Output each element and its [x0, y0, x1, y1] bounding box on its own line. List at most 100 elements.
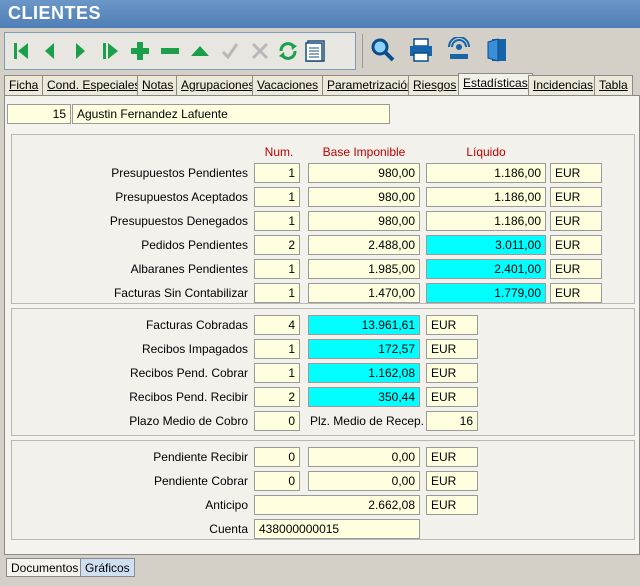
tab-bar: Ficha Cond. Especiales Notas Agrupacione… — [4, 73, 640, 96]
currency-field[interactable]: EUR — [426, 387, 478, 407]
receipts-section: Facturas Cobradas 4 13.961,61 EUR Recibo… — [11, 308, 635, 436]
plazo-recep-field[interactable]: 16 — [426, 411, 478, 431]
row-label: Pedidos Pendientes — [141, 238, 248, 252]
add-icon[interactable] — [127, 37, 153, 65]
currency-field[interactable]: EUR — [550, 283, 602, 303]
currency-field[interactable]: EUR — [550, 187, 602, 207]
tab-riesgos[interactable]: Riesgos — [408, 75, 462, 95]
liquido-field[interactable]: 1.186,00 — [426, 211, 546, 231]
currency-field[interactable]: EUR — [550, 163, 602, 183]
client-code-field[interactable]: 15 — [7, 104, 71, 124]
row-label: Facturas Sin Contabilizar — [113, 286, 248, 300]
num-field[interactable]: 1 — [254, 363, 300, 383]
header-num: Num. — [264, 145, 294, 159]
tab-ficha[interactable]: Ficha — [4, 75, 44, 95]
currency-field[interactable]: EUR — [550, 235, 602, 255]
currency-field[interactable]: EUR — [550, 211, 602, 231]
base-field[interactable]: 2.488,00 — [308, 235, 420, 255]
amount-field[interactable]: 13.961,61 — [308, 315, 420, 335]
header-liquido: Líquido — [466, 145, 506, 159]
row-label: Recibos Pend. Recibir — [129, 390, 248, 404]
row-label: Facturas Cobradas — [145, 318, 248, 332]
num-field[interactable]: 1 — [254, 211, 300, 231]
row-label: Pendiente Cobrar — [153, 474, 248, 488]
exit-icon[interactable] — [484, 36, 510, 64]
base-field[interactable]: 1.985,00 — [308, 259, 420, 279]
num-field[interactable]: 1 — [254, 187, 300, 207]
num-field[interactable]: 4 — [254, 315, 300, 335]
search-icon[interactable] — [370, 36, 396, 64]
row-label: Presupuestos Pendientes — [111, 166, 248, 180]
base-field[interactable]: 980,00 — [308, 187, 420, 207]
liquido-field[interactable]: 2.401,00 — [426, 259, 546, 279]
currency-field[interactable]: EUR — [426, 471, 478, 491]
num-field[interactable]: 2 — [254, 387, 300, 407]
base-field[interactable]: 1.470,00 — [308, 283, 420, 303]
row-label: Presupuestos Aceptados — [115, 190, 248, 204]
amount-field[interactable]: 0,00 — [308, 471, 420, 491]
liquido-field[interactable]: 1.186,00 — [426, 187, 546, 207]
amount-field[interactable]: 0,00 — [308, 447, 420, 467]
currency-field[interactable]: EUR — [426, 339, 478, 359]
toolbar — [4, 32, 640, 70]
liquido-field[interactable]: 1.779,00 — [426, 283, 546, 303]
up-icon[interactable] — [187, 37, 213, 65]
num-field[interactable]: 1 — [254, 283, 300, 303]
first-record-icon[interactable] — [9, 37, 35, 65]
num-field[interactable]: 2 — [254, 235, 300, 255]
tab-vacaciones[interactable]: Vacaciones — [252, 75, 324, 95]
row-label: Recibos Impagados — [141, 342, 248, 356]
currency-field[interactable]: EUR — [426, 315, 478, 335]
currency-field[interactable]: EUR — [426, 447, 478, 467]
refresh-icon[interactable] — [275, 37, 301, 65]
plazo-recep-label: Plz. Medio de Recep. — [309, 414, 424, 428]
tab-cond-especiales[interactable]: Cond. Especiales — [42, 75, 146, 95]
amount-field[interactable]: 350,44 — [308, 387, 420, 407]
print-icon[interactable] — [408, 36, 434, 64]
tab-documentos[interactable]: Documentos — [6, 558, 84, 577]
anticipo-label: Anticipo — [205, 498, 248, 512]
list-icon[interactable] — [303, 37, 329, 65]
currency-field[interactable]: EUR — [426, 363, 478, 383]
budget-section: Num. Base Imponible Líquido Presupuestos… — [11, 134, 635, 304]
toolbar-nav-group — [4, 32, 356, 70]
tab-notas[interactable]: Notas — [137, 75, 179, 95]
num-field[interactable]: 1 — [254, 259, 300, 279]
tab-agrupaciones[interactable]: Agrupaciones — [176, 75, 260, 95]
cancel-icon[interactable] — [247, 37, 273, 65]
cuenta-field[interactable]: 438000000015 — [254, 519, 420, 539]
plazo-field[interactable]: 0 — [254, 411, 300, 431]
row-label: Pendiente Recibir — [153, 450, 248, 464]
plazo-label: Plazo Medio de Cobro — [129, 414, 248, 428]
delete-icon[interactable] — [157, 37, 183, 65]
prev-record-icon[interactable] — [37, 37, 63, 65]
currency-field[interactable]: EUR — [550, 259, 602, 279]
last-record-icon[interactable] — [97, 37, 123, 65]
num-field[interactable]: 1 — [254, 163, 300, 183]
tab-incidencias[interactable]: Incidencias — [528, 75, 599, 95]
anticipo-field[interactable]: 2.662,08 — [254, 495, 420, 515]
num-field[interactable]: 0 — [254, 471, 300, 491]
base-field[interactable]: 980,00 — [308, 163, 420, 183]
base-field[interactable]: 980,00 — [308, 211, 420, 231]
statistics-panel: 15 Agustin Fernandez Lafuente Num. Base … — [4, 95, 640, 555]
liquido-field[interactable]: 1.186,00 — [426, 163, 546, 183]
header-base: Base Imponible — [322, 145, 406, 159]
next-record-icon[interactable] — [67, 37, 93, 65]
tab-graficos[interactable]: Gráficos — [80, 558, 135, 577]
row-label: Presupuestos Denegados — [109, 214, 248, 228]
tab-estadisticas[interactable]: Estadísticas — [458, 73, 533, 96]
window-title: CLIENTES — [0, 0, 640, 28]
num-field[interactable]: 0 — [254, 447, 300, 467]
tab-tabla[interactable]: Tabla — [594, 75, 633, 95]
liquido-field[interactable]: 3.011,00 — [426, 235, 546, 255]
anticipo-currency-field[interactable]: EUR — [426, 495, 478, 515]
num-field[interactable]: 1 — [254, 339, 300, 359]
toolbar-separator — [362, 34, 363, 68]
amount-field[interactable]: 172,57 — [308, 339, 420, 359]
client-name-field[interactable]: Agustin Fernandez Lafuente — [72, 104, 390, 124]
tab-parametrizacion[interactable]: Parametrización — [322, 75, 419, 95]
confirm-icon[interactable] — [217, 37, 243, 65]
amount-field[interactable]: 1.162,08 — [308, 363, 420, 383]
network-icon[interactable] — [446, 36, 472, 64]
